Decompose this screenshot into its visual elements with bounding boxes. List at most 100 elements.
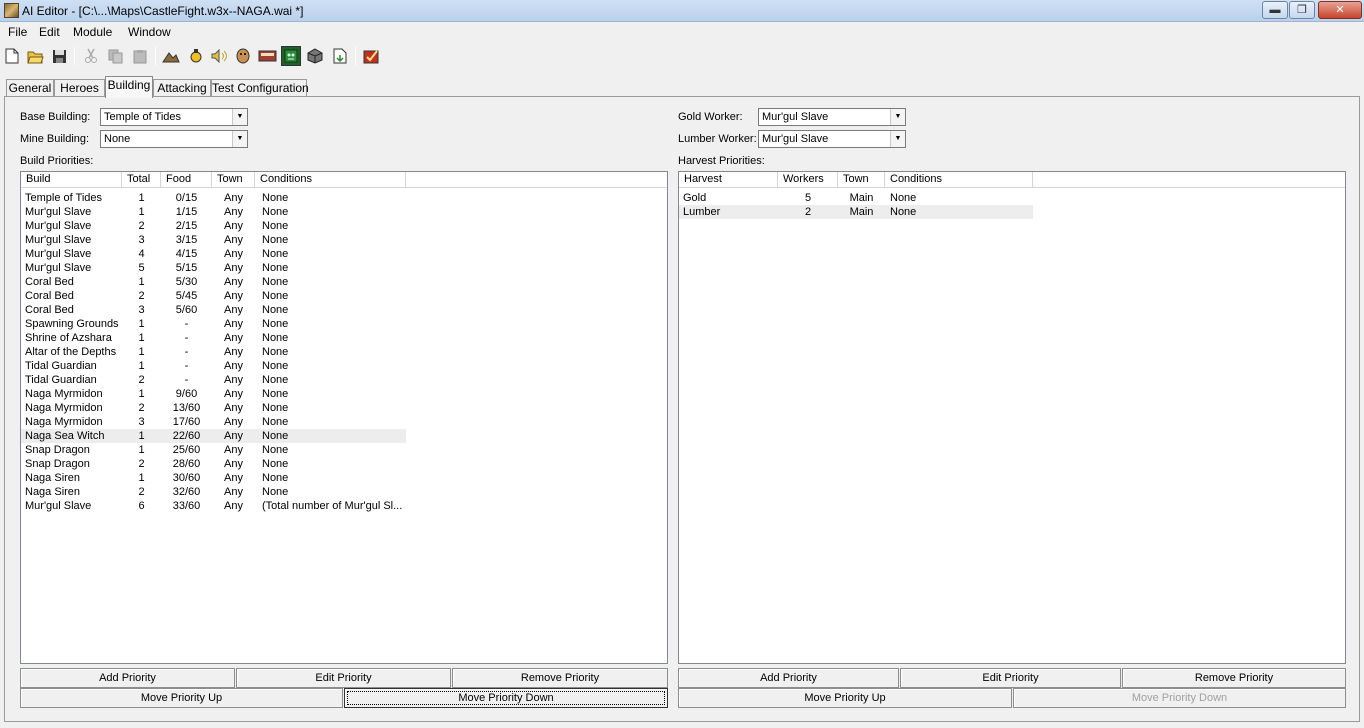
- new-file-icon[interactable]: [2, 46, 22, 66]
- copy-icon[interactable]: [106, 46, 126, 66]
- table-row[interactable]: Tidal Guardian 1 - Any None: [21, 359, 406, 373]
- table-row[interactable]: Naga Myrmidon 1 9/60 Any None: [21, 387, 406, 401]
- table-cell: -: [184, 360, 189, 372]
- menu-file[interactable]: File: [8, 25, 27, 39]
- column-conditions[interactable]: Conditions: [885, 172, 1033, 188]
- table-row[interactable]: Coral Bed 2 5/45 Any None: [21, 289, 406, 303]
- base-building-dropdown[interactable]: Temple of Tides ▼: [100, 108, 248, 126]
- table-cell: None: [262, 220, 289, 232]
- column-total[interactable]: Total: [122, 172, 161, 188]
- object-manager-icon[interactable]: [305, 46, 325, 66]
- maximize-button[interactable]: ❐: [1289, 1, 1315, 19]
- build-priorities-list[interactable]: Build Total Food Town Conditions Temple …: [20, 171, 668, 664]
- table-row[interactable]: Mur'gul Slave 2 2/15 Any None: [21, 219, 406, 233]
- table-row[interactable]: Coral Bed 3 5/60 Any None: [21, 303, 406, 317]
- remove-harvest-priority-button[interactable]: Remove Priority: [1122, 668, 1346, 688]
- edit-harvest-priority-button[interactable]: Edit Priority: [900, 668, 1121, 688]
- terrain-editor-icon[interactable]: [161, 46, 181, 66]
- column-workers[interactable]: Workers: [778, 172, 838, 188]
- tab-heroes[interactable]: Heroes: [54, 79, 105, 97]
- chevron-down-icon[interactable]: ▼: [232, 109, 247, 125]
- table-row[interactable]: Mur'gul Slave 5 5/15 Any None: [21, 261, 406, 275]
- table-row[interactable]: Shrine of Azshara 1 - Any None: [21, 331, 406, 345]
- table-row[interactable]: Naga Sea Witch 1 22/60 Any None: [21, 429, 406, 443]
- trigger-editor-icon[interactable]: [186, 46, 206, 66]
- table-row[interactable]: Coral Bed 1 5/30 Any None: [21, 275, 406, 289]
- gold-worker-dropdown[interactable]: Mur'gul Slave ▼: [758, 108, 906, 126]
- import-manager-icon[interactable]: [330, 46, 350, 66]
- tab-building[interactable]: Building: [105, 76, 153, 98]
- table-row[interactable]: Spawning Grounds 1 - Any None: [21, 317, 406, 331]
- base-building-value: Temple of Tides: [104, 111, 182, 123]
- title-bar[interactable]: AI Editor - [C:\...\Maps\CastleFight.w3x…: [0, 0, 1364, 22]
- lumber-worker-dropdown[interactable]: Mur'gul Slave ▼: [758, 130, 906, 148]
- test-map-icon[interactable]: [362, 46, 382, 66]
- campaign-editor-icon[interactable]: [257, 46, 277, 66]
- table-row[interactable]: Mur'gul Slave 1 1/15 Any None: [21, 205, 406, 219]
- menu-edit[interactable]: Edit: [39, 25, 60, 39]
- table-cell: None: [890, 192, 917, 204]
- move-harvest-priority-down-button[interactable]: Move Priority Down: [1013, 688, 1346, 708]
- table-row[interactable]: Naga Myrmidon 2 13/60 Any None: [21, 401, 406, 415]
- table-row[interactable]: Naga Siren 1 30/60 Any None: [21, 471, 406, 485]
- sound-editor-icon[interactable]: [209, 46, 229, 66]
- minimize-button[interactable]: ▬: [1262, 1, 1288, 19]
- table-row[interactable]: Lumber 2 Main None: [679, 205, 1033, 219]
- table-cell: Naga Myrmidon: [25, 416, 103, 428]
- add-build-priority-button[interactable]: Add Priority: [20, 668, 235, 688]
- move-build-priority-up-button[interactable]: Move Priority Up: [20, 688, 343, 708]
- paste-icon[interactable]: [130, 46, 150, 66]
- table-cell: Mur'gul Slave: [25, 206, 92, 218]
- add-harvest-priority-button[interactable]: Add Priority: [678, 668, 899, 688]
- tab-attacking[interactable]: Attacking: [153, 79, 211, 97]
- column-harvest[interactable]: Harvest: [679, 172, 778, 188]
- table-cell: 5: [804, 192, 812, 204]
- table-row[interactable]: Tidal Guardian 2 - Any None: [21, 373, 406, 387]
- table-row[interactable]: Temple of Tides 1 0/15 Any None: [21, 191, 406, 205]
- save-icon[interactable]: [49, 46, 69, 66]
- mine-building-dropdown[interactable]: None ▼: [100, 130, 248, 148]
- table-cell: 3: [138, 234, 145, 246]
- edit-build-priority-button[interactable]: Edit Priority: [236, 668, 451, 688]
- window-title: AI Editor - [C:\...\Maps\CastleFight.w3x…: [22, 4, 304, 18]
- table-row[interactable]: Naga Myrmidon 3 17/60 Any None: [21, 415, 406, 429]
- table-cell: 5/60: [175, 304, 198, 316]
- open-folder-icon[interactable]: [25, 46, 45, 66]
- table-row[interactable]: Gold 5 Main None: [679, 191, 1033, 205]
- table-cell: -: [184, 374, 189, 386]
- menu-bar: File Edit Module Window: [0, 22, 1364, 41]
- table-row[interactable]: Mur'gul Slave 4 4/15 Any None: [21, 247, 406, 261]
- column-food[interactable]: Food: [161, 172, 212, 188]
- table-cell: Naga Siren: [25, 486, 81, 498]
- harvest-priorities-label: Harvest Priorities:: [678, 155, 765, 167]
- menu-window[interactable]: Window: [128, 25, 171, 39]
- table-row[interactable]: Mur'gul Slave 6 33/60 Any (Total number of M…: [21, 499, 406, 513]
- table-cell: Any: [224, 262, 243, 274]
- object-editor-icon[interactable]: [233, 46, 253, 66]
- harvest-priorities-list[interactable]: Harvest Workers Town Conditions Gold 5 Mai…: [678, 171, 1346, 664]
- table-row[interactable]: Naga Siren 2 32/60 Any None: [21, 485, 406, 499]
- cut-icon[interactable]: [81, 46, 101, 66]
- table-row[interactable]: Snap Dragon 2 28/60 Any None: [21, 457, 406, 471]
- table-cell: Any: [224, 304, 243, 316]
- column-town[interactable]: Town: [212, 172, 255, 188]
- close-button[interactable]: ✕: [1318, 1, 1362, 19]
- chevron-down-icon[interactable]: ▼: [890, 109, 905, 125]
- move-harvest-priority-up-button[interactable]: Move Priority Up: [678, 688, 1012, 708]
- table-cell: Any: [224, 276, 243, 288]
- column-conditions[interactable]: Conditions: [255, 172, 406, 188]
- table-row[interactable]: Snap Dragon 1 25/60 Any None: [21, 443, 406, 457]
- move-build-priority-down-button[interactable]: Move Priority Down: [344, 688, 668, 708]
- column-build[interactable]: Build: [21, 172, 122, 188]
- column-town[interactable]: Town: [838, 172, 885, 188]
- table-row[interactable]: Altar of the Depths 1 - Any None: [21, 345, 406, 359]
- remove-build-priority-button[interactable]: Remove Priority: [452, 668, 668, 688]
- app-icon[interactable]: [4, 3, 19, 18]
- tab-test-configuration[interactable]: Test Configuration: [211, 79, 309, 97]
- ai-editor-icon[interactable]: [281, 46, 301, 66]
- chevron-down-icon[interactable]: ▼: [890, 131, 905, 147]
- chevron-down-icon[interactable]: ▼: [232, 131, 247, 147]
- menu-module[interactable]: Module: [73, 25, 112, 39]
- tab-general[interactable]: General: [6, 79, 54, 97]
- table-row[interactable]: Mur'gul Slave 3 3/15 Any None: [21, 233, 406, 247]
